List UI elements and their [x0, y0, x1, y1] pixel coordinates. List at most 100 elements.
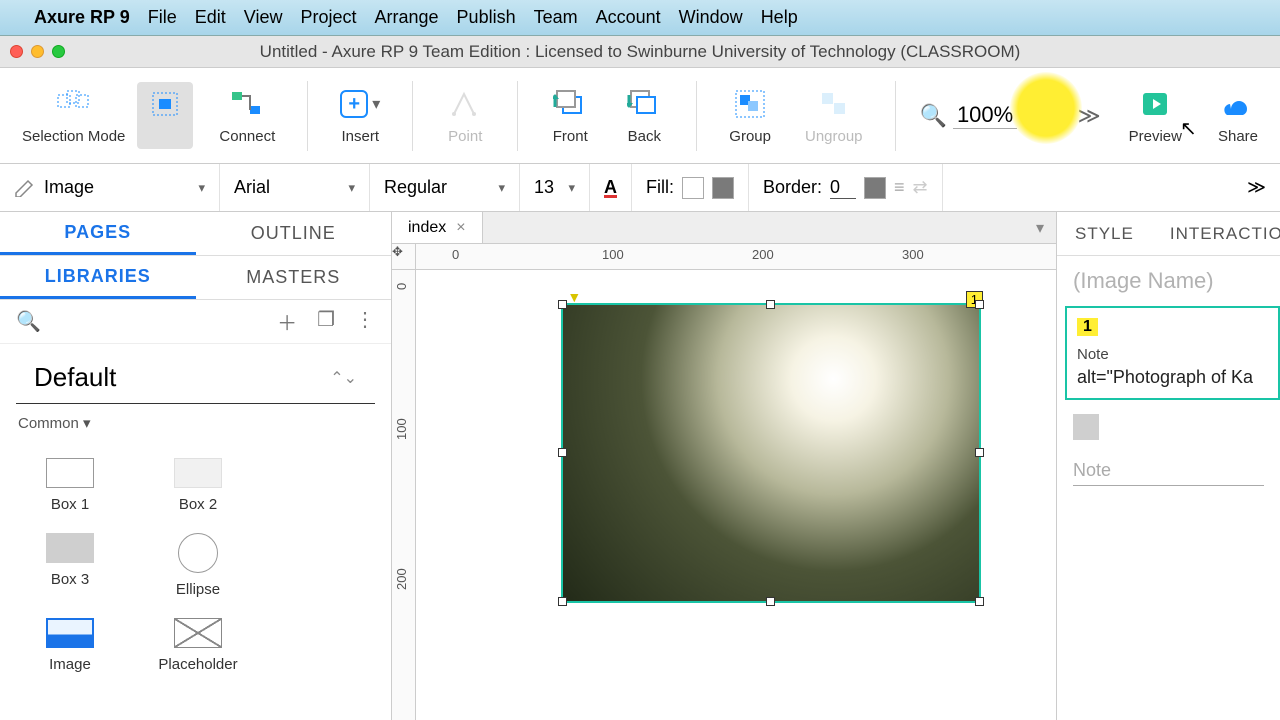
border-width-input[interactable]: 0: [830, 177, 856, 199]
widget-ellipse[interactable]: Ellipse: [134, 523, 262, 608]
share-button[interactable]: Share: [1210, 82, 1266, 149]
format-overflow-button[interactable]: ≫: [1233, 164, 1280, 211]
mac-menubar: Axure RP 9 File Edit View Project Arrang…: [0, 0, 1280, 36]
zoom-control[interactable]: 🔍 100% ⌄: [920, 102, 1042, 129]
menu-view[interactable]: View: [244, 7, 283, 28]
menu-publish[interactable]: Publish: [457, 7, 516, 28]
insert-label: Insert: [342, 128, 380, 145]
ruler-horizontal[interactable]: ✥ 0 100 200 300: [392, 244, 1056, 270]
back-label: Back: [628, 128, 661, 145]
text-color-button[interactable]: A: [590, 164, 632, 211]
right-panel: STYLE INTERACTIO (Image Name) 1 Note alt…: [1056, 212, 1280, 720]
menu-project[interactable]: Project: [300, 7, 356, 28]
front-label: Front: [553, 128, 588, 145]
library-search-icon[interactable]: 🔍: [16, 309, 41, 334]
library-menu-icon[interactable]: ⋮: [355, 307, 375, 336]
point-button[interactable]: Point: [437, 82, 493, 149]
resize-handle[interactable]: [558, 597, 567, 606]
canvas-area: index × ▾ ✥ 0 100 200 300 0 100 200 ▼ 1: [392, 212, 1056, 720]
app-name[interactable]: Axure RP 9: [34, 7, 130, 28]
group-button[interactable]: Group: [721, 82, 779, 149]
widget-type-select[interactable]: Image: [0, 164, 220, 211]
note-input[interactable]: Note: [1073, 460, 1264, 486]
ruler-vertical[interactable]: 0 100 200: [392, 270, 416, 720]
line-style-icon[interactable]: ≡: [894, 177, 905, 198]
selection-intersected-button[interactable]: Selection Mode: [14, 82, 133, 149]
resize-handle[interactable]: [766, 597, 775, 606]
tab-outline[interactable]: OUTLINE: [196, 212, 392, 255]
menu-window[interactable]: Window: [679, 7, 743, 28]
library-select[interactable]: Default ⌃⌄: [16, 352, 375, 404]
note-card[interactable]: 1 Note alt="Photograph of Ka: [1065, 306, 1280, 400]
widget-box3[interactable]: Box 3: [6, 523, 134, 608]
toolbar-divider: [412, 81, 413, 151]
toolbar-overflow-button[interactable]: ≫: [1078, 103, 1101, 129]
add-library-icon[interactable]: ＋: [277, 307, 297, 336]
toolbar-divider: [307, 81, 308, 151]
fill-color-swatch[interactable]: [682, 177, 704, 199]
widget-box2[interactable]: Box 2: [134, 448, 262, 523]
note-value[interactable]: alt="Photograph of Ka: [1077, 367, 1268, 388]
library-copy-icon[interactable]: ❐: [317, 307, 335, 336]
font-size-select[interactable]: 13: [520, 164, 590, 211]
tab-style[interactable]: STYLE: [1057, 212, 1152, 255]
tabstrip-menu-icon[interactable]: ▾: [1036, 218, 1044, 238]
style-swatch[interactable]: [1073, 414, 1099, 440]
resize-handle[interactable]: [558, 448, 567, 457]
widget-box1[interactable]: Box 1: [6, 448, 134, 523]
widget-image[interactable]: Image: [6, 608, 134, 683]
menu-edit[interactable]: Edit: [195, 7, 226, 28]
border-label: Border:: [763, 177, 822, 198]
resize-handle[interactable]: [558, 300, 567, 309]
connect-button[interactable]: Connect: [211, 82, 283, 149]
insert-button[interactable]: +▾ Insert: [332, 82, 388, 149]
window-titlebar: Untitled - Axure RP 9 Team Edition : Lic…: [0, 36, 1280, 68]
widget-grid: Box 1 Box 2 Box 3 Ellipse Image Placehol…: [0, 438, 391, 693]
tab-libraries[interactable]: LIBRARIES: [0, 256, 196, 299]
resize-handle[interactable]: [975, 597, 984, 606]
menu-team[interactable]: Team: [534, 7, 578, 28]
resize-handle[interactable]: [975, 300, 984, 309]
widget-type-value: Image: [44, 177, 94, 198]
workspace: PAGES OUTLINE LIBRARIES MASTERS 🔍 ＋ ❐ ⋮ …: [0, 212, 1280, 720]
text-color-icon: A: [604, 177, 617, 198]
tab-interactions[interactable]: INTERACTIO: [1152, 212, 1280, 255]
close-tab-icon[interactable]: ×: [456, 219, 465, 237]
font-family-select[interactable]: Arial: [220, 164, 370, 211]
selected-image-widget[interactable]: ▼ 1: [561, 303, 981, 603]
canvas[interactable]: ▼ 1: [416, 270, 1056, 720]
main-toolbar: Selection Mode Connect +▾ Insert Point F…: [0, 68, 1280, 164]
border-control[interactable]: Border: 0 ≡ ⇄: [749, 164, 943, 211]
menu-arrange[interactable]: Arrange: [375, 7, 439, 28]
menu-help[interactable]: Help: [761, 7, 798, 28]
ungroup-button[interactable]: Ungroup: [797, 82, 871, 149]
widget-placeholder[interactable]: Placeholder: [134, 608, 262, 683]
zoom-value[interactable]: 100%: [953, 102, 1017, 129]
tab-pages[interactable]: PAGES: [0, 212, 196, 255]
ruler-origin-icon[interactable]: ✥: [392, 244, 416, 269]
font-weight-select[interactable]: Regular: [370, 164, 520, 211]
fill-shadow-swatch[interactable]: [712, 177, 734, 199]
selection-contained-button[interactable]: [137, 82, 193, 149]
tab-masters[interactable]: MASTERS: [196, 256, 392, 299]
bring-front-button[interactable]: Front: [542, 82, 598, 149]
page-tab-index[interactable]: index ×: [392, 212, 483, 243]
fill-control[interactable]: Fill:: [632, 164, 749, 211]
preview-label: Preview: [1129, 128, 1182, 145]
format-bar: Image Arial Regular 13 A Fill: Border: 0…: [0, 164, 1280, 212]
left-panel: PAGES OUTLINE LIBRARIES MASTERS 🔍 ＋ ❐ ⋮ …: [0, 212, 392, 720]
resize-handle[interactable]: [975, 448, 984, 457]
border-color-swatch[interactable]: [864, 177, 886, 199]
connect-label: Connect: [219, 128, 275, 145]
rotate-handle-icon[interactable]: ▼: [567, 289, 581, 305]
send-back-button[interactable]: Back: [616, 82, 672, 149]
arrow-style-icon[interactable]: ⇄: [913, 177, 928, 198]
menu-account[interactable]: Account: [596, 7, 661, 28]
toolbar-divider: [895, 81, 896, 151]
widget-name-input[interactable]: (Image Name): [1057, 256, 1280, 306]
preview-button[interactable]: Preview: [1121, 82, 1190, 149]
toolbar-divider: [517, 81, 518, 151]
menu-file[interactable]: File: [148, 7, 177, 28]
library-section-common[interactable]: Common ▾: [0, 408, 391, 438]
resize-handle[interactable]: [766, 300, 775, 309]
